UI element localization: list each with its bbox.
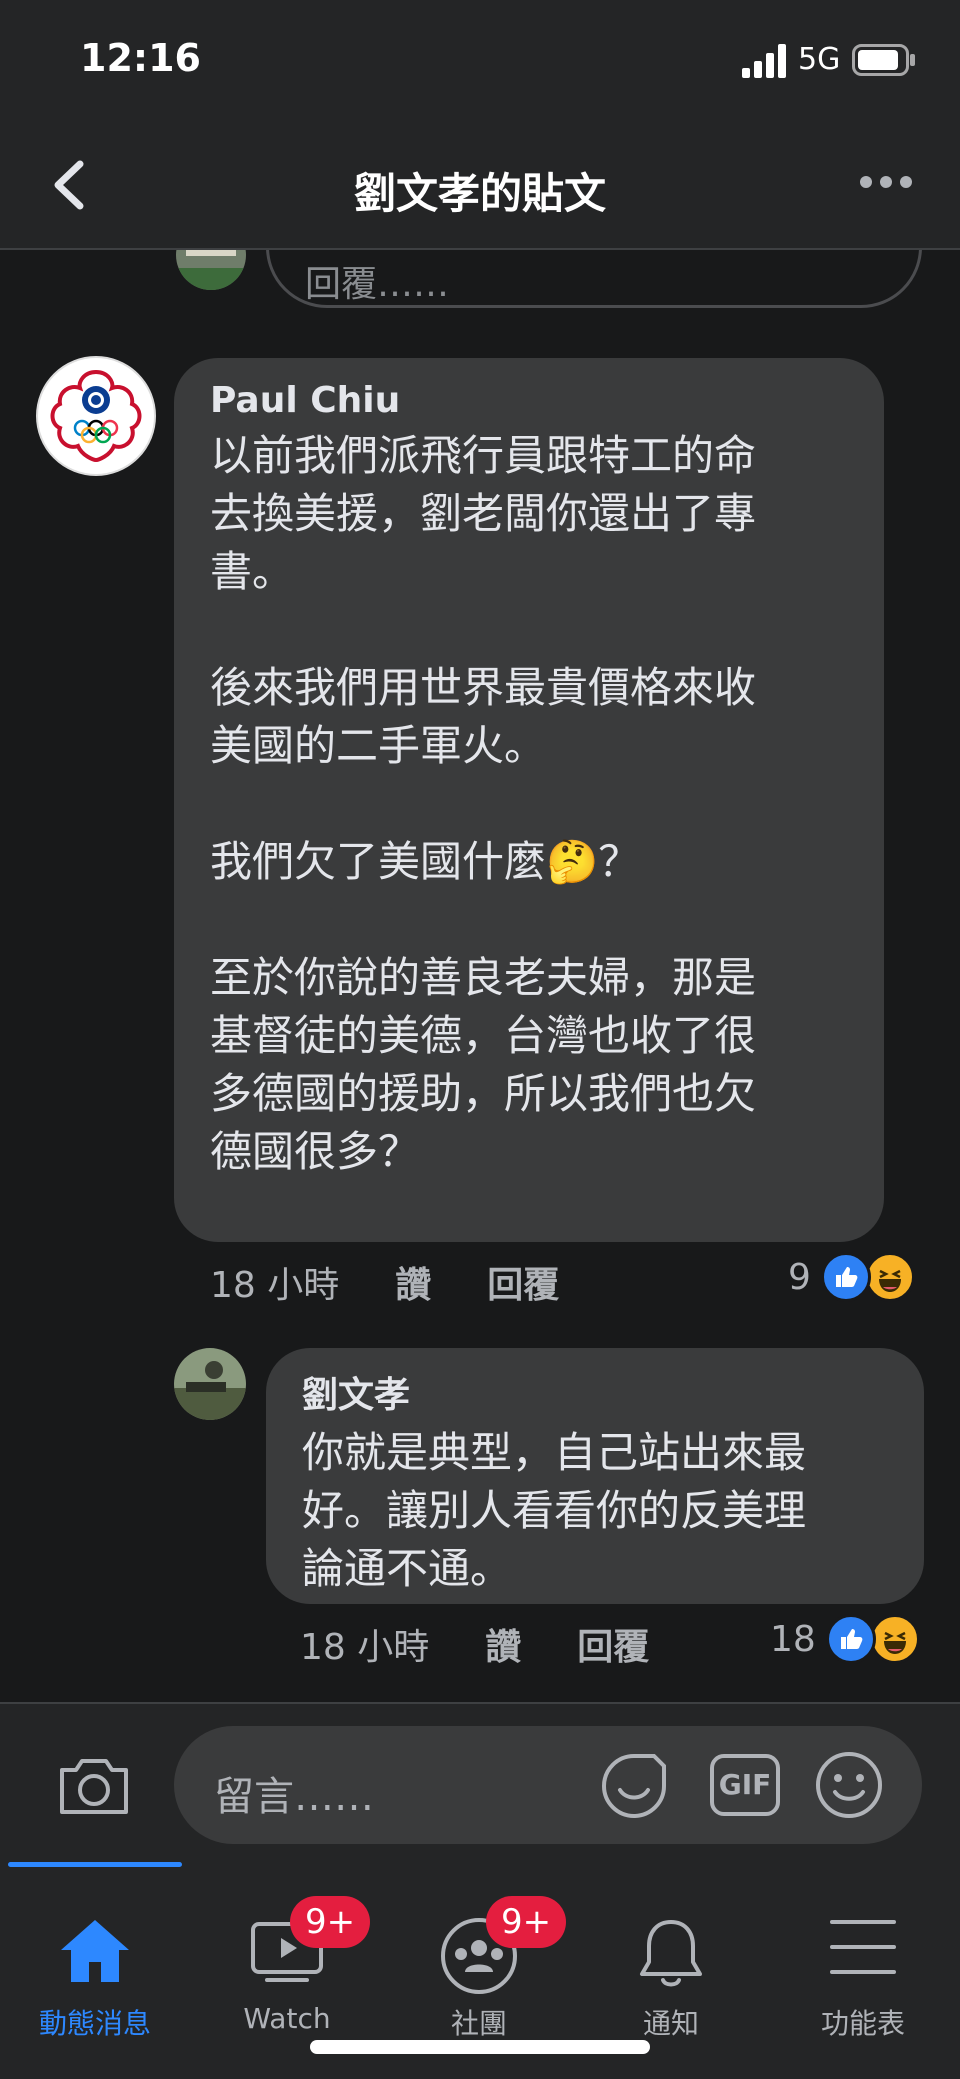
home-icon <box>61 1920 129 1982</box>
comment-author[interactable]: Paul Chiu <box>210 380 848 421</box>
tab-notifications[interactable]: 通知 <box>576 1882 766 2052</box>
tab-groups[interactable]: 9+ 社團 <box>384 1882 574 2052</box>
like-button[interactable]: 讚 <box>485 1618 521 1670</box>
reply-button[interactable]: 回覆 <box>487 1256 559 1308</box>
like-reaction-icon <box>825 1614 876 1664</box>
home-indicator[interactable] <box>310 2040 650 2054</box>
comment-composer: 留言…… GIF <box>0 1702 960 1864</box>
gif-button[interactable]: GIF <box>710 1754 780 1816</box>
tab-label: 動態消息 <box>38 2007 151 2040</box>
nav-bar: 劉文孝的貼文 <box>0 120 960 250</box>
bell-icon <box>640 1920 702 1987</box>
tab-label: 社團 <box>450 2007 507 2040</box>
avatar[interactable] <box>174 1348 246 1420</box>
like-reaction-icon <box>820 1252 871 1302</box>
signal-icon <box>742 44 786 78</box>
avatar[interactable] <box>36 356 156 476</box>
comment-input[interactable]: 留言…… GIF <box>174 1726 922 1844</box>
status-time: 12:16 <box>80 36 201 80</box>
tab-label: Watch <box>243 2002 331 2035</box>
avatar <box>176 250 246 290</box>
active-tab-indicator <box>8 1862 182 1867</box>
olympic-flag-icon <box>50 369 142 463</box>
page-title: 劉文孝的貼文 <box>353 169 606 218</box>
reaction-summary[interactable]: 9 <box>788 1252 915 1302</box>
comment-thread: 回覆…… Paul Chiu 以前我們派飛行員跟特工的命 去換美援，劉老闆你還出… <box>0 250 960 1700</box>
reply-button[interactable]: 回覆 <box>577 1618 649 1670</box>
sticker-icon[interactable] <box>598 1750 670 1822</box>
comment-meta: 18 小時 讚 回覆 <box>300 1618 649 1670</box>
tab-menu[interactable]: 功能表 <box>768 1882 958 2052</box>
reply-placeholder: 回覆…… <box>305 264 450 305</box>
tab-news-feed[interactable]: 動態消息 <box>0 1882 190 2052</box>
gif-label: GIF <box>718 1768 772 1801</box>
reply-input[interactable]: 回覆…… <box>266 250 922 308</box>
tab-label: 功能表 <box>820 2007 905 2040</box>
battery-icon <box>852 44 915 76</box>
menu-icon <box>830 1920 896 1974</box>
comment-text: 以前我們派飛行員跟特工的命 去換美援，劉老闆你還出了專 書。 後來我們用世界最貴… <box>210 431 757 1176</box>
comment-author[interactable]: 劉文孝 <box>302 1366 888 1418</box>
comment-bubble[interactable]: Paul Chiu 以前我們派飛行員跟特工的命 去換美援，劉老闆你還出了專 書。… <box>174 358 884 1242</box>
network-label: 5G <box>798 42 841 77</box>
reaction-count: 18 <box>770 1618 816 1660</box>
comment-time: 18 小時 <box>210 1265 340 1306</box>
reaction-summary[interactable]: 18 <box>770 1614 920 1664</box>
emoji-icon[interactable] <box>814 1750 884 1820</box>
comment-bubble[interactable]: 劉文孝 你就是典型，自己站出來最 好。讓別人看看你的反美理 論通不通。 <box>266 1348 924 1604</box>
haha-reaction-icon <box>864 1252 915 1302</box>
notification-badge: 9+ <box>486 1896 566 1948</box>
comment-meta: 18 小時 讚 回覆 <box>210 1256 559 1308</box>
like-button[interactable]: 讚 <box>395 1256 431 1308</box>
camera-icon[interactable] <box>56 1754 132 1818</box>
comment-placeholder: 留言…… <box>214 1774 374 1820</box>
status-bar: 12:16 5G <box>0 0 960 120</box>
more-options-icon[interactable] <box>858 172 914 192</box>
tab-watch[interactable]: 9+ Watch <box>192 1882 382 2052</box>
comment-text: 你就是典型，自己站出來最 好。讓別人看看你的反美理 論通不通。 <box>302 1428 807 1593</box>
reaction-count: 9 <box>788 1256 811 1298</box>
notification-badge: 9+ <box>290 1896 370 1948</box>
haha-reaction-icon <box>869 1614 920 1664</box>
comment-time: 18 小時 <box>300 1627 430 1668</box>
tab-label: 通知 <box>642 2007 699 2040</box>
